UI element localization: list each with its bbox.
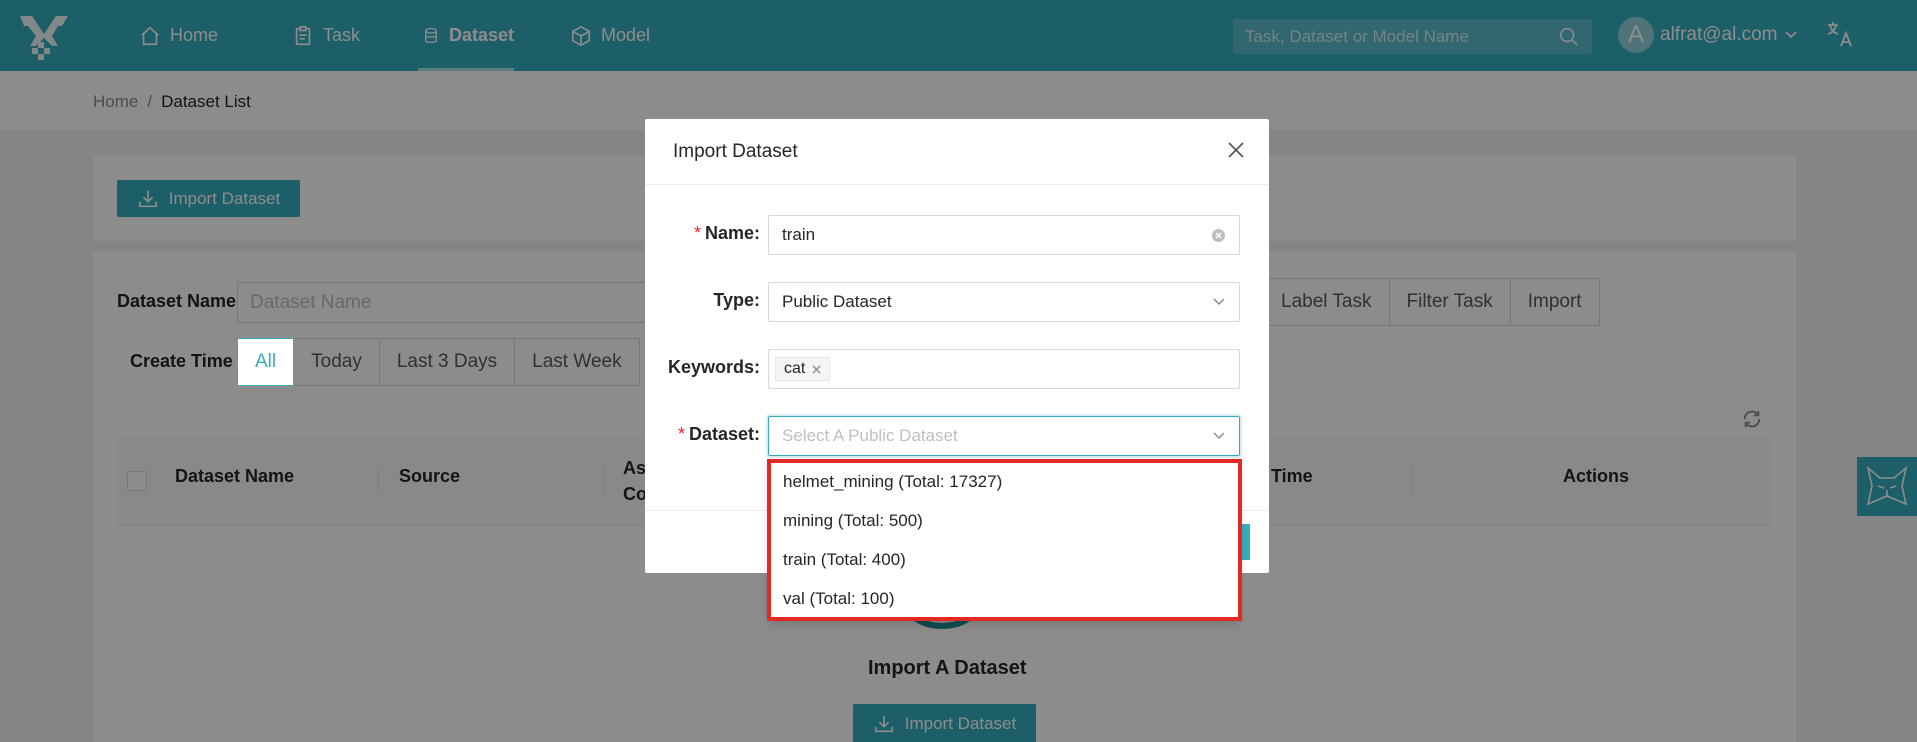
time-option-all[interactable]: All	[237, 338, 295, 386]
keyword-tag-label: cat	[784, 360, 806, 377]
required-mark: *	[693, 223, 701, 243]
close-icon[interactable]	[1227, 141, 1245, 159]
dropdown-option[interactable]: mining (Total: 500)	[768, 501, 1240, 540]
dataset-dropdown: helmet_mining (Total: 17327) mining (Tot…	[768, 459, 1240, 621]
modal-confirm-button[interactable]	[1240, 524, 1250, 560]
chevron-down-icon	[1213, 298, 1225, 306]
keywords-label: Keywords:	[667, 357, 760, 377]
name-label: * Name:	[693, 223, 760, 243]
dataset-label: * Dataset:	[677, 424, 760, 444]
remove-tag-icon[interactable]	[812, 364, 821, 374]
modal-title: Import Dataset	[645, 119, 1269, 185]
dropdown-option[interactable]: val (Total: 100)	[768, 579, 1240, 618]
type-select[interactable]: Public Dataset	[768, 282, 1240, 322]
name-field[interactable]: train	[768, 215, 1240, 255]
name-value: train	[782, 225, 816, 244]
dataset-placeholder: Select A Public Dataset	[782, 426, 958, 445]
dropdown-option[interactable]: helmet_mining (Total: 17327)	[768, 462, 1240, 501]
type-label: Type:	[713, 290, 760, 310]
chevron-down-icon	[1213, 432, 1225, 440]
clear-icon[interactable]	[1211, 228, 1226, 243]
keyword-tag: cat	[775, 357, 831, 381]
dropdown-option[interactable]: train (Total: 400)	[768, 540, 1240, 579]
dataset-select[interactable]: Select A Public Dataset	[768, 416, 1240, 456]
type-value: Public Dataset	[782, 292, 892, 311]
keywords-field[interactable]: cat	[768, 349, 1240, 389]
required-mark: *	[677, 424, 685, 444]
